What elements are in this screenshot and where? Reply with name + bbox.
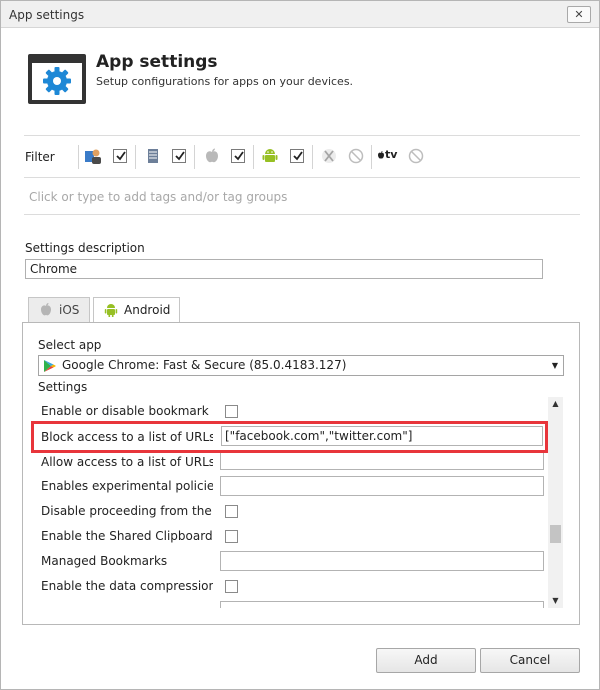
gear-icon (28, 54, 86, 104)
title-bar: App settings ✕ (1, 1, 599, 28)
tab-android-label: Android (124, 303, 171, 317)
settings-description-input[interactable]: Chrome (25, 259, 543, 279)
setting-label: Enable the data compression ... (41, 579, 213, 593)
cancel-button[interactable]: Cancel (480, 648, 580, 673)
apple-tv-text: tv (385, 148, 398, 161)
all-devices-icon (84, 147, 102, 165)
apple-checkbox[interactable] (231, 149, 245, 163)
setting-label: Enable or disable bookmark e... (41, 404, 213, 418)
divider (78, 145, 79, 169)
list-item: Enable or disable bookmark e... (38, 398, 546, 423)
android-icon (261, 147, 279, 165)
divider (24, 177, 580, 178)
xbox-disabled-icon[interactable] (348, 148, 364, 164)
setting-checkbox[interactable] (225, 530, 238, 543)
setting-input[interactable] (220, 601, 544, 608)
list-item: Disable proceeding from the ... (38, 498, 546, 523)
divider (24, 214, 580, 215)
setting-label: Enables experimental policies (41, 479, 213, 493)
all-devices-checkbox[interactable] (113, 149, 127, 163)
tags-input[interactable]: Click or type to add tags and/or tag gro… (29, 190, 287, 204)
chevron-down-icon: ▼ (551, 361, 558, 370)
close-button[interactable]: ✕ (567, 6, 591, 23)
tab-android[interactable]: Android (93, 297, 180, 324)
divider (194, 145, 195, 169)
scroll-down-icon[interactable]: ▼ (548, 594, 563, 608)
setting-checkbox[interactable] (225, 580, 238, 593)
divider (24, 135, 580, 136)
list-item: Enable the data compression ... (38, 573, 546, 598)
apple-tv-icon: tv (377, 147, 399, 165)
page-title: App settings (96, 52, 218, 72)
scroll-thumb[interactable] (550, 525, 561, 543)
setting-checkbox[interactable] (225, 405, 238, 418)
managed-bookmarks-input[interactable] (220, 551, 544, 571)
list-item: Enable the Shared Clipboard ... (38, 523, 546, 548)
select-app-value: Google Chrome: Fast & Secure (85.0.4183.… (62, 358, 347, 372)
xbox-icon (320, 147, 338, 165)
scroll-up-icon[interactable]: ▲ (548, 397, 563, 411)
window-title: App settings (9, 8, 85, 22)
settings-scrollbar[interactable]: ▲ ▼ (548, 397, 563, 608)
tab-ios[interactable]: iOS (28, 297, 90, 323)
highlight-box (31, 421, 548, 453)
experimental-policies-input[interactable] (220, 476, 544, 496)
allow-urls-input[interactable] (220, 450, 544, 470)
apple-icon (203, 147, 221, 165)
filter-label: Filter (25, 150, 55, 164)
list-item: Managed Bookmarks (38, 548, 546, 573)
divider (253, 145, 254, 169)
select-app-dropdown[interactable]: Google Chrome: Fast & Secure (85.0.4183.… (38, 355, 564, 376)
settings-description-label: Settings description (25, 241, 145, 255)
setting-label: Allow access to a list of URLs (41, 455, 213, 469)
setting-label: Managed Bookmarks (41, 554, 168, 568)
list-item: Enables experimental policies (38, 473, 546, 498)
divider (312, 145, 313, 169)
app-settings-dialog: App settings ✕ App settings Setup config… (0, 0, 600, 690)
divider (135, 145, 136, 169)
settings-label: Settings (38, 380, 88, 394)
android-checkbox[interactable] (290, 149, 304, 163)
list-item (38, 598, 546, 608)
divider (371, 145, 372, 169)
apple-tv-disabled-icon[interactable] (408, 148, 424, 164)
setting-label: Disable proceeding from the ... (41, 504, 213, 518)
windows-checkbox[interactable] (172, 149, 186, 163)
setting-label: Enable the Shared Clipboard ... (41, 529, 213, 543)
page-subtitle: Setup configurations for apps on your de… (96, 75, 354, 88)
select-app-label: Select app (38, 338, 102, 352)
windows-icon (144, 147, 162, 165)
tab-ios-label: iOS (59, 303, 80, 317)
google-play-icon (43, 359, 57, 379)
setting-checkbox[interactable] (225, 505, 238, 518)
add-button[interactable]: Add (376, 648, 476, 673)
